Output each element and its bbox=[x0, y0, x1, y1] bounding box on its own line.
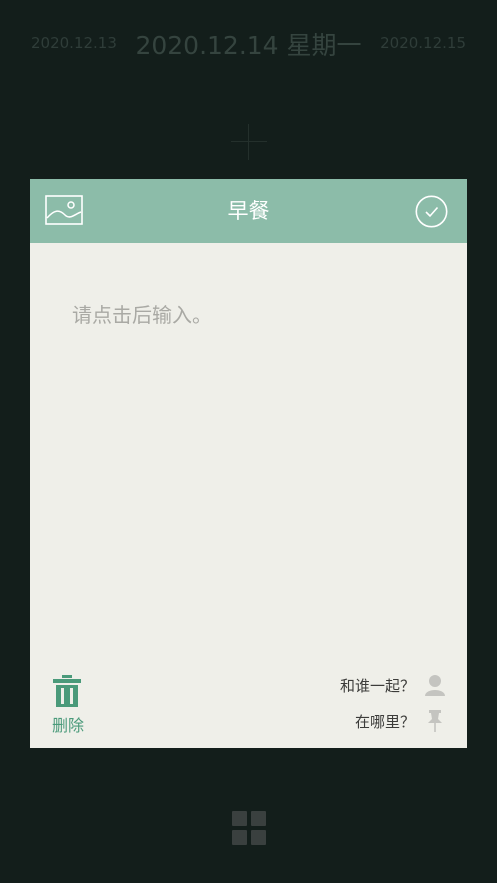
add-plus-icon[interactable] bbox=[231, 124, 267, 160]
next-date[interactable]: 2020.12.15 bbox=[380, 34, 466, 52]
companion-field[interactable]: 和谁一起？ bbox=[340, 673, 445, 697]
date-bar: 2020.12.13 2020.12.14 星期一 2020.12.15 bbox=[0, 0, 497, 86]
person-icon bbox=[425, 675, 445, 696]
grid-menu-icon[interactable] bbox=[232, 811, 266, 845]
image-icon[interactable] bbox=[45, 195, 83, 225]
delete-button[interactable]: 删除 bbox=[48, 675, 86, 737]
check-circle-icon[interactable] bbox=[415, 195, 448, 228]
location-label: 在哪里？ bbox=[354, 712, 415, 731]
note-card: 早餐 请点击后输入。 删除 和谁一起？ 在哪里？ bbox=[30, 179, 467, 748]
pin-icon bbox=[428, 710, 442, 732]
note-input[interactable]: 请点击后输入。 bbox=[72, 299, 212, 328]
companion-label: 和谁一起？ bbox=[339, 676, 415, 695]
card-title: 早餐 bbox=[227, 199, 270, 223]
location-field[interactable]: 在哪里？ bbox=[355, 709, 445, 733]
delete-label: 删除 bbox=[51, 716, 84, 735]
card-header: 早餐 bbox=[30, 179, 467, 243]
trash-icon bbox=[53, 675, 81, 707]
